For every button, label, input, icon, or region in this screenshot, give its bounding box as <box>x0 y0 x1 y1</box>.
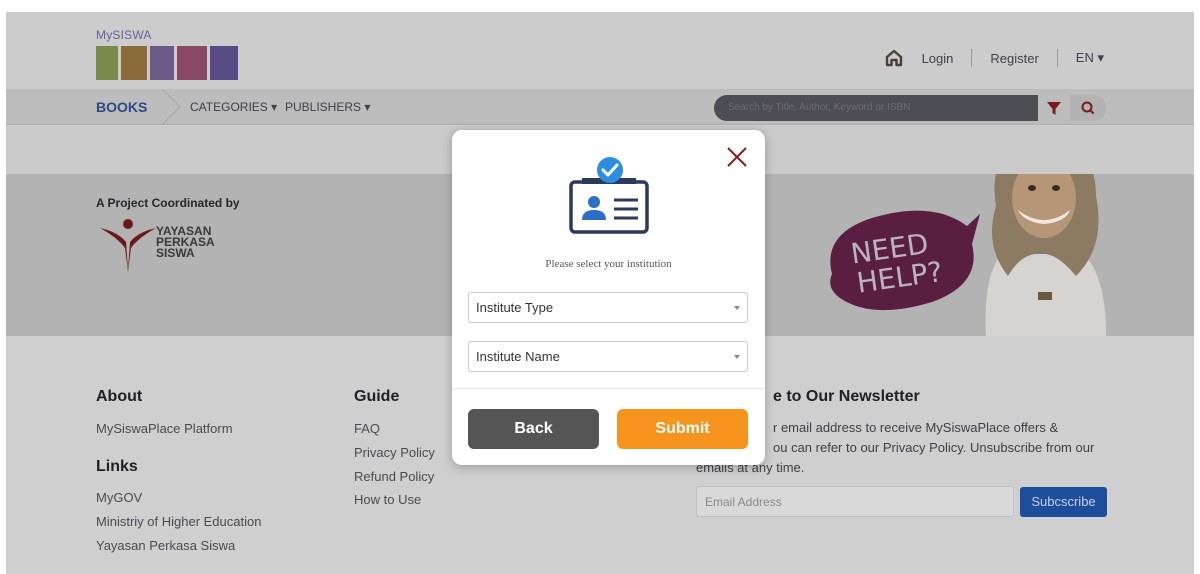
chevron-down-icon <box>734 306 740 310</box>
header-divider <box>1056 49 1058 67</box>
site-header: MySISWA Login Register EN ▾ <box>6 12 1194 89</box>
footer-link[interactable]: Privacy Policy <box>354 445 435 460</box>
email-input[interactable]: Email Address <box>696 486 1014 517</box>
search-icon <box>1081 101 1095 115</box>
subscribe-button[interactable]: Subcscribe <box>1020 487 1107 517</box>
language-select[interactable]: EN ▾ <box>1076 50 1104 66</box>
institute-name-select[interactable]: Institute Name <box>468 341 748 372</box>
yps-wordmark: YAYASAN PERKASA SISWA <box>156 224 215 260</box>
yayasan-perkasa-siswa-logo: YAYASAN PERKASA SISWA <box>98 218 238 274</box>
footer-link[interactable]: FAQ <box>354 421 380 436</box>
modal-divider <box>452 388 765 389</box>
header-actions: Login Register EN ▾ <box>884 48 1104 68</box>
institute-type-select[interactable]: Institute Type <box>468 292 748 323</box>
nav-categories[interactable]: CATEGORIES ▾ <box>190 100 277 114</box>
chevron-down-icon <box>734 355 740 359</box>
footer-link[interactable]: Refund Policy <box>354 469 434 484</box>
institution-modal: Please select your institution Institute… <box>452 130 765 465</box>
nav-books[interactable]: BOOKS <box>96 99 147 115</box>
search-input[interactable]: Search by Title, Author, Keyword or ISBN <box>714 95 1038 121</box>
nav-publishers[interactable]: PUBLISHERS ▾ <box>285 100 370 114</box>
footer-guide-heading: Guide <box>354 388 400 405</box>
yps-emblem-icon <box>100 219 156 272</box>
footer-link[interactable]: Ministriy of Higher Education <box>96 514 261 529</box>
footer-link[interactable]: MySiswaPlace Platform <box>96 421 233 436</box>
search-button[interactable] <box>1070 95 1106 121</box>
logo-wordmark <box>96 46 238 80</box>
home-icon[interactable] <box>884 48 904 68</box>
id-card-check-icon <box>569 157 649 234</box>
header-divider <box>971 49 973 67</box>
filter-icon[interactable] <box>1044 97 1064 119</box>
project-label: A Project Coordinated by <box>96 196 240 210</box>
modal-prompt: Please select your institution <box>545 258 672 270</box>
footer-about-heading: About <box>96 388 143 405</box>
login-link[interactable]: Login <box>922 51 954 66</box>
breadcrumb-chevron-icon <box>161 89 181 125</box>
footer-link[interactable]: How to Use <box>354 492 421 507</box>
back-button[interactable]: Back <box>468 409 599 449</box>
footer-links-heading: Links <box>96 458 138 475</box>
newsletter-heading: e to Our Newsletter <box>773 388 920 405</box>
support-agent-illustration <box>985 174 1106 336</box>
main-nav: BOOKS CATEGORIES ▾ PUBLISHERS ▾ Search b… <box>6 89 1194 125</box>
submit-button[interactable]: Submit <box>617 409 748 449</box>
footer-link[interactable]: Yayasan Perkasa Siswa <box>96 538 235 553</box>
page-frame: MySISWA Login Register EN ▾ BOOKS CATEGO… <box>6 12 1194 574</box>
close-icon[interactable] <box>726 146 748 168</box>
logo-prefix: MySISWA <box>96 28 152 42</box>
register-link[interactable]: Register <box>990 51 1038 66</box>
footer-link[interactable]: MyGOV <box>96 490 142 505</box>
mysiswaplace-logo[interactable]: MySISWA <box>94 28 238 84</box>
